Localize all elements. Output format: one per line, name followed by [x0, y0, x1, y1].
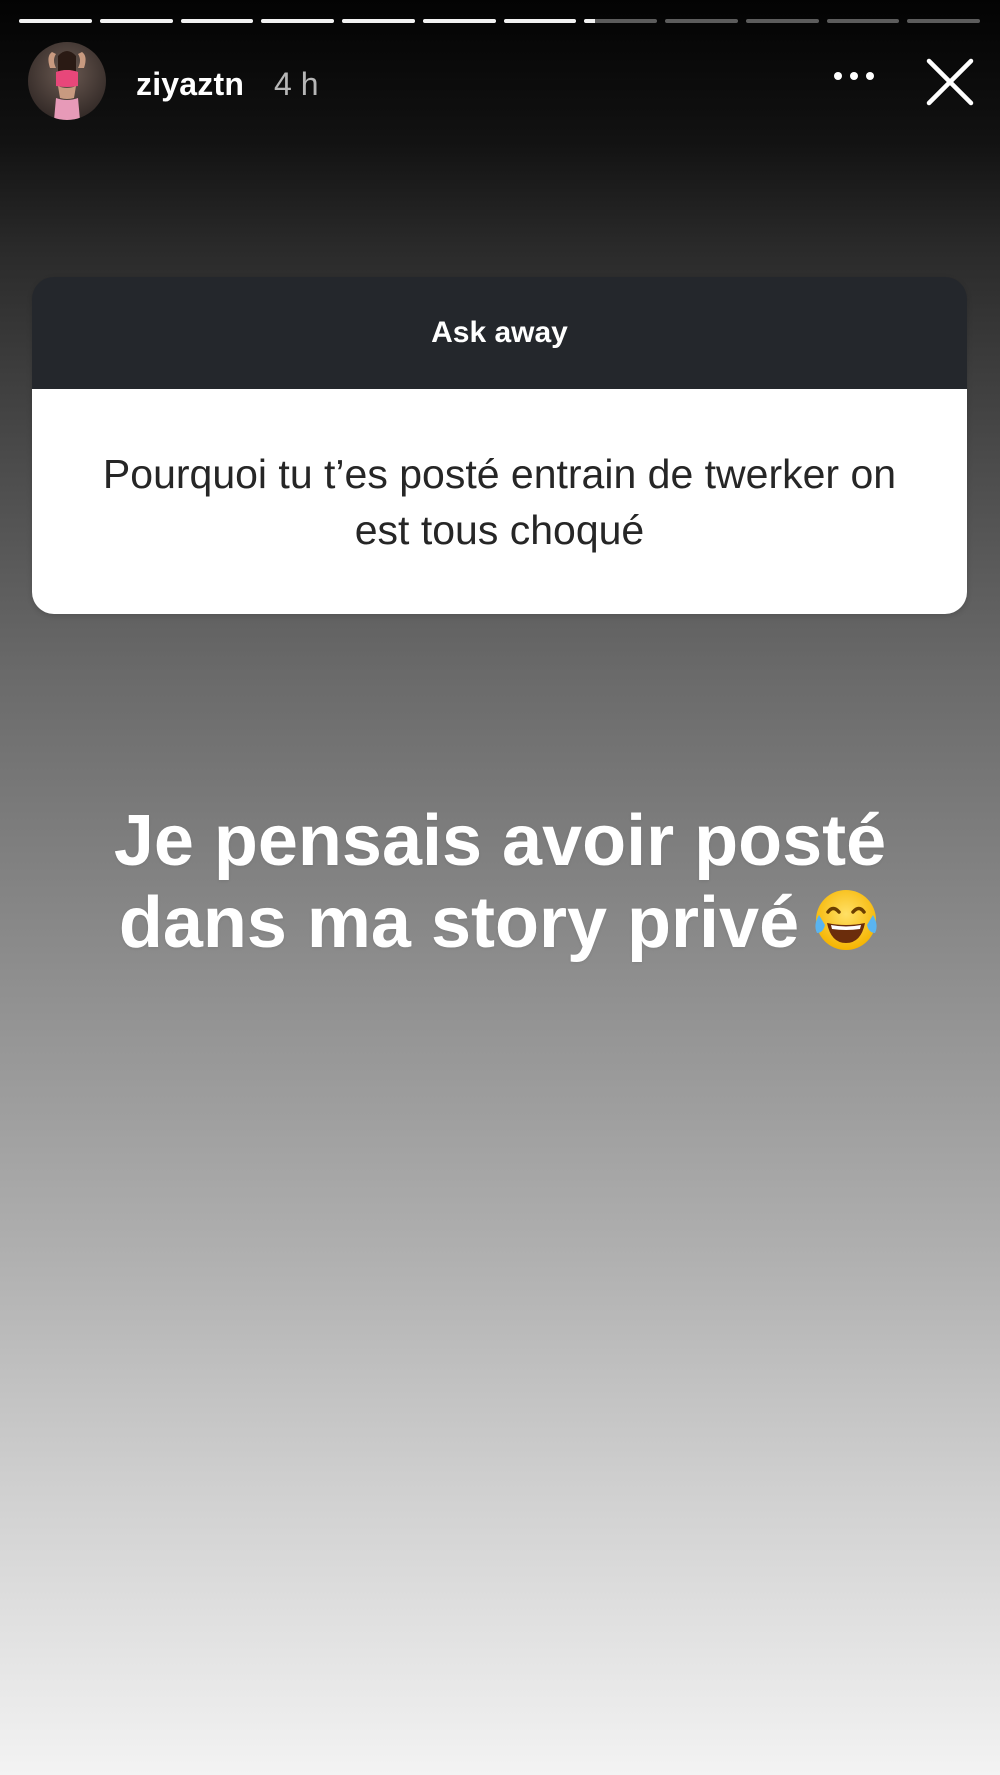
question-sticker[interactable]: Ask away Pourquoi tu t’es posté entrain …	[32, 277, 967, 614]
answer-text: Je pensais avoir posté dans ma story pri…	[0, 800, 1000, 964]
story-progress-bar	[19, 19, 980, 24]
answer-line-1: Je pensais avoir posté	[113, 801, 887, 881]
post-time: 4 h	[274, 66, 319, 102]
question-text: Pourquoi tu t’es posté entrain de twerke…	[32, 389, 967, 614]
progress-segment	[503, 19, 577, 23]
profile-photo	[28, 42, 106, 120]
progress-segment	[19, 19, 92, 23]
progress-segment	[261, 19, 334, 23]
more-button[interactable]	[824, 56, 884, 96]
close-icon	[926, 58, 974, 106]
more-horizontal-icon	[834, 72, 874, 80]
progress-segment	[342, 19, 415, 23]
progress-segment	[665, 19, 738, 23]
progress-segment	[745, 19, 819, 23]
progress-segment	[99, 19, 173, 23]
username[interactable]: ziyaztn	[136, 66, 244, 103]
answer-line-2: dans ma story privé	[118, 883, 800, 963]
story-header: ziyaztn 4 h	[28, 42, 978, 124]
progress-segment	[826, 19, 900, 23]
progress-segment	[180, 19, 254, 23]
answer-line-2-wrap: dans ma story privé	[0, 882, 1000, 964]
avatar[interactable]	[28, 42, 106, 120]
close-button[interactable]	[922, 54, 978, 110]
progress-segment	[584, 19, 657, 23]
question-sticker-title: Ask away	[32, 277, 967, 389]
progress-segment	[907, 19, 980, 23]
face-with-tears-of-joy-emoji	[815, 890, 877, 950]
progress-segment	[422, 19, 496, 23]
